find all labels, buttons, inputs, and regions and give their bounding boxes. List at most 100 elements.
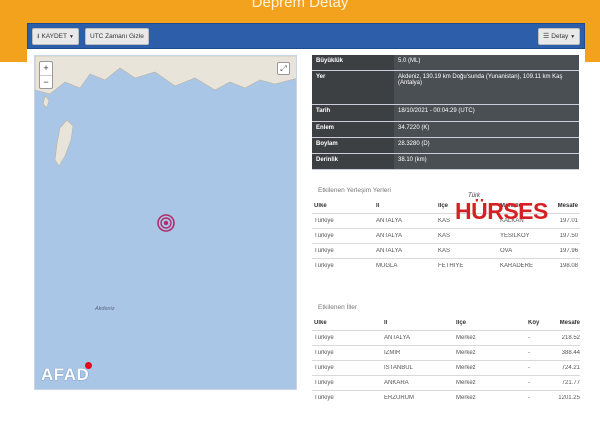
table-cell: Merkez (456, 365, 476, 371)
cities-table: Ülke İl İlçe Köy Mesafe Türkiye ANTALYA Merkez -… (312, 316, 580, 405)
table-cell: ERZURUM (384, 395, 414, 401)
table-cell: MUGLA (376, 263, 398, 269)
info-key: Büyüklük (312, 55, 394, 70)
island-rhodes (54, 119, 74, 167)
earthquake-info-table: Büyüklük 5.0 (ML) Yer Akdeniz, 130.19 km Do… (312, 55, 579, 170)
table-cell: 198.08 (559, 263, 578, 269)
table-cell: ANTALYA (376, 218, 403, 224)
info-key: Enlem (312, 122, 394, 137)
table-row: Türkiye ANTALYA Merkez - 218.52 (312, 330, 580, 345)
table-row: Türkiye ANKARA Merkez - 721.77 (312, 375, 580, 390)
column-header: Ülke (314, 203, 327, 209)
sea-label: Akdeniz (95, 306, 115, 312)
detail-label: Detay (551, 33, 569, 40)
column-header: İl (384, 320, 388, 326)
column-header: Mesafe (559, 320, 580, 326)
afad-logo: AFAD (41, 365, 90, 384)
table-cell: Türkiye (314, 380, 334, 386)
map[interactable]: + − ⤢ Akdeniz AFAD (34, 55, 297, 390)
table-row: Türkiye ERZURUM Merkez - 1201.25 (312, 390, 580, 405)
island-karpathos (42, 95, 50, 109)
table-cell: Türkiye (314, 395, 334, 401)
zoom-in-button[interactable]: + (40, 62, 52, 76)
detail-menu-button[interactable]: ☰ Detay ▼ (538, 28, 581, 45)
save-label: KAYDET (41, 33, 67, 40)
table-cell: Türkiye (314, 233, 334, 239)
table-cell: Türkiye (314, 350, 334, 356)
table-cell: 721.77 (561, 380, 580, 386)
table-cell: Merkez (456, 335, 476, 341)
table-cell: - (528, 335, 530, 341)
table-row: Türkiye ANTALYA KAS OVA 197.96 (312, 243, 580, 258)
table-cell: FETHIYE (438, 263, 464, 269)
zoom-control: + − (39, 61, 53, 89)
table-cell: KAS (438, 248, 451, 254)
table-cell: 197.50 (559, 233, 578, 239)
table-cell: 197.96 (559, 248, 578, 254)
table-header: Ülke İl İlçe Köy Mesafe (312, 316, 580, 330)
table-cell: Türkiye (314, 335, 334, 341)
column-header: İlçe (456, 320, 467, 326)
land-north (35, 56, 296, 95)
info-row: Büyüklük 5.0 (ML) (312, 55, 579, 71)
table-cell: Merkez (456, 380, 476, 386)
info-row: Yer Akdeniz, 130.19 km Doğu'sunda (Yunani… (312, 71, 579, 105)
table-cell: Türkiye (314, 218, 334, 224)
info-value: 28.3280 (D) (394, 138, 579, 153)
fullscreen-icon[interactable]: ⤢ (277, 62, 290, 75)
table-cell: 724.21 (561, 365, 580, 371)
table-row: Türkiye İZMİR Merkez - 388.44 (312, 345, 580, 360)
table-cell: ANTALYA (384, 335, 411, 341)
caret-down-icon: ▼ (570, 34, 576, 40)
table-cell: ANKARA (384, 380, 409, 386)
table-row: Türkiye MUGLA FETHIYE KARADERE 198.08 (312, 258, 580, 273)
utc-toggle-button[interactable]: UTC Zamanı Gizle (85, 28, 149, 45)
table-cell: ANTALYA (376, 233, 403, 239)
epicenter-marker (157, 214, 175, 232)
table-cell: ANTALYA (376, 248, 403, 254)
map-canvas (35, 56, 296, 232)
table-cell: Türkiye (314, 365, 334, 371)
info-key: Tarih (312, 105, 394, 121)
table-cell: KARADERE (500, 263, 534, 269)
save-button[interactable]: ⭳ KAYDET ▼ (32, 28, 79, 45)
table-cell: Türkiye (314, 248, 334, 254)
flag-icon (85, 362, 92, 369)
column-header: Köy (528, 320, 540, 326)
table-cell: - (528, 395, 530, 401)
info-value: 38.10 (km) (394, 154, 579, 169)
info-key: Boylam (312, 138, 394, 153)
column-header: Mesafe (557, 203, 578, 209)
cities-title: Etkilenen İller (318, 304, 358, 311)
table-cell: İSTANBUL (384, 365, 413, 371)
table-row: Türkiye ANTALYA KAS YESILKOY 197.50 (312, 228, 580, 243)
table-cell: Merkez (456, 350, 476, 356)
table-cell: 388.44 (561, 350, 580, 356)
menu-icon: ☰ (543, 33, 550, 40)
hurses-watermark: HÜRSES (455, 198, 548, 224)
page-title: Deprem Detay (251, 0, 349, 11)
table-cell: Türkiye (314, 263, 334, 269)
zoom-out-button[interactable]: − (40, 76, 52, 90)
info-row: Boylam 28.3280 (D) (312, 138, 579, 154)
info-value: Akdeniz, 130.19 km Doğu'sunda (Yunanista… (394, 71, 579, 104)
column-header: İl (376, 203, 380, 209)
table-cell: 218.52 (561, 335, 580, 341)
info-value: 5.0 (ML) (394, 55, 579, 70)
utc-label: UTC Zamanı Gizle (90, 33, 144, 40)
table-cell: - (528, 380, 530, 386)
info-key: Derinlik (312, 154, 394, 169)
table-cell: İZMİR (384, 350, 401, 356)
caret-down-icon: ▼ (68, 34, 74, 40)
info-row: Tarih 18/10/2021 - 00:04:29 (UTC) (312, 105, 579, 122)
table-cell: - (528, 365, 530, 371)
table-cell: OVA (500, 248, 513, 254)
table-row: Türkiye İSTANBUL Merkez - 724.21 (312, 360, 580, 375)
table-cell: - (528, 350, 530, 356)
info-key: Yer (312, 71, 394, 104)
info-row: Derinlik 38.10 (km) (312, 154, 579, 170)
info-row: Enlem 34.7220 (K) (312, 122, 579, 138)
download-icon: ⭳ (37, 33, 40, 40)
column-header: Ülke (314, 320, 327, 326)
table-cell: 197.01 (559, 218, 578, 224)
